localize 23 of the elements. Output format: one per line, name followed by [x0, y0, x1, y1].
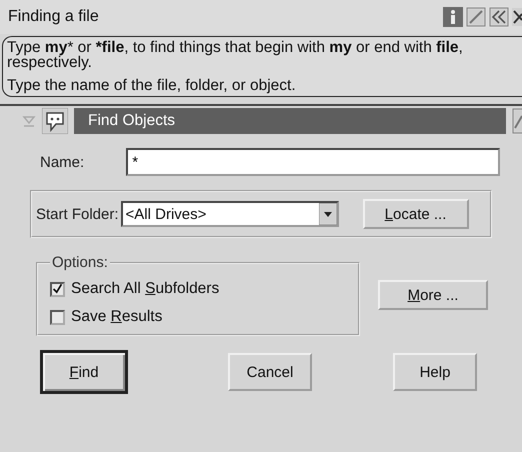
options-legend: Options:	[50, 254, 110, 271]
start-folder-label: Start Folder:	[36, 206, 119, 222]
speech-bubble-icon[interactable]	[42, 108, 68, 134]
checkbox[interactable]	[50, 282, 65, 296]
checkbox[interactable]	[50, 310, 65, 324]
pane-title: Finding a file	[8, 8, 99, 26]
double-left-arrow-icon[interactable]	[489, 7, 509, 27]
name-label: Name:	[40, 154, 84, 170]
hint-text: Type the name of the file, folder, or object.	[7, 78, 297, 93]
default-button[interactable]: Find	[40, 350, 128, 394]
close-icon[interactable]	[512, 7, 522, 27]
dialog-button[interactable]: Cancel	[228, 353, 312, 391]
name-field[interactable]: *	[126, 148, 500, 176]
dialog-button[interactable]: Help	[393, 353, 477, 391]
locate-button[interactable]: Locate ...	[362, 199, 469, 229]
start-folder-dropdown[interactable]: <All Drives>	[120, 201, 339, 227]
checkbox-label[interactable]: Search All Subfolders	[71, 280, 220, 298]
dropdown-arrow-icon[interactable]	[318, 203, 337, 225]
more-button[interactable]: More ...	[378, 280, 488, 310]
dialog-title: Find Objects	[88, 112, 176, 130]
hint-text: Type my* or *file, to find things that begin with my or end with file, respectively.	[7, 40, 464, 70]
checkbox-label[interactable]: Save Results	[71, 308, 162, 326]
info-icon[interactable]	[443, 7, 463, 27]
